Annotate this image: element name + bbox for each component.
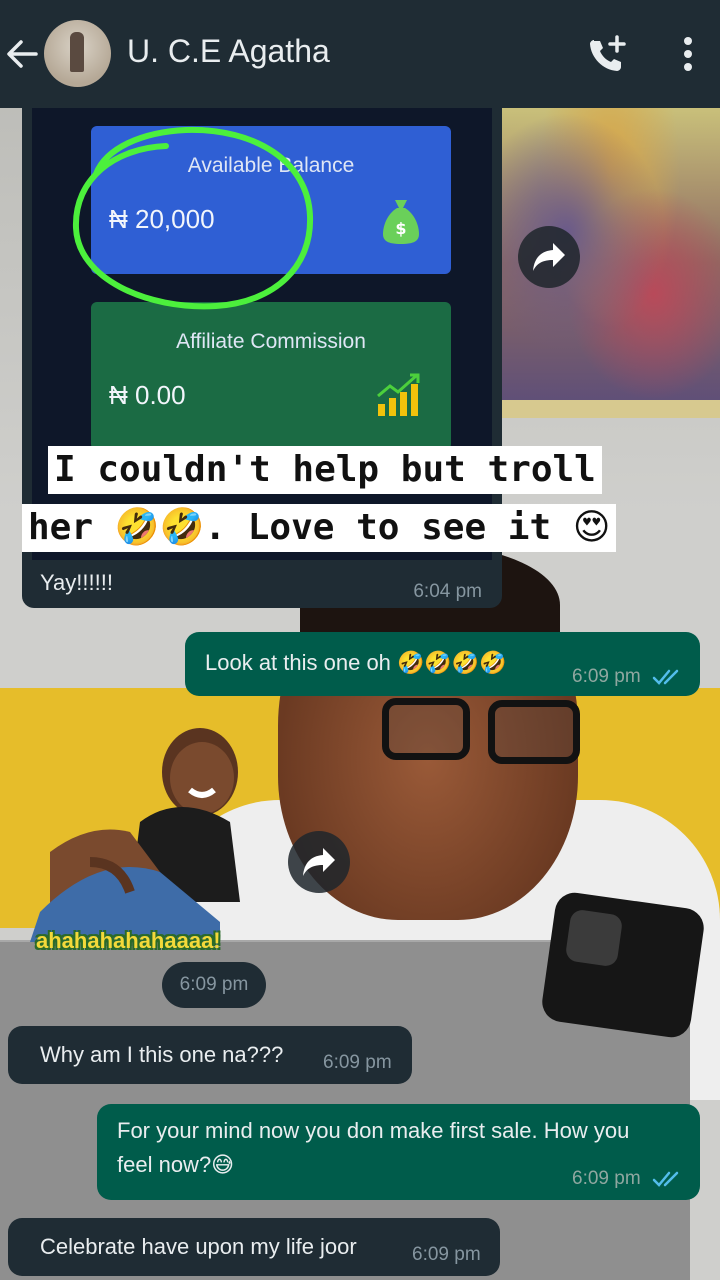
heart-eyes-emoji: 😍 (572, 507, 611, 548)
overlay-caption: I couldn't help but troll (48, 446, 602, 494)
wallpaper-glasses (488, 700, 580, 764)
message-bubble-incoming[interactable]: Celebrate have upon my life joor 6:09 pm (8, 1218, 500, 1276)
svg-text:$: $ (395, 219, 406, 238)
phone-add-icon[interactable] (586, 34, 628, 76)
message-time: 6:09 pm (572, 1168, 641, 1189)
contact-name[interactable]: U. C.E Agatha (127, 33, 330, 70)
forward-button[interactable] (518, 226, 580, 288)
overlay-caption: her 🤣🤣. Love to see it 😍 (22, 504, 617, 552)
forward-button[interactable] (288, 831, 350, 893)
caption-text: her (28, 507, 94, 548)
wallpaper-phone-camera (564, 908, 624, 968)
laughing-woman-sticker (30, 728, 240, 942)
chat-header: U. C.E Agatha (0, 0, 720, 108)
double-check-icon (652, 669, 679, 685)
message-bubble-outgoing[interactable]: Look at this one oh 🤣🤣🤣🤣 6:09 pm (185, 632, 700, 696)
message-text: feel now?😅 (117, 1152, 235, 1177)
commission-amount: ₦ 0.00 (109, 380, 186, 410)
avatar[interactable] (44, 20, 111, 87)
message-text: Yay!!!!!! (40, 570, 113, 595)
forward-icon (303, 848, 335, 876)
message-time: 6:09 pm (412, 1244, 481, 1265)
message-text: Look at this one oh 🤣🤣🤣🤣 (205, 650, 507, 675)
caption-text: . Love to see it (204, 507, 552, 548)
highlight-circle (72, 126, 314, 310)
laughing-emoji: 🤣🤣 (114, 507, 205, 548)
message-time: 6:09 pm (323, 1052, 392, 1073)
wallpaper-glasses (382, 698, 470, 760)
message-time: 6:09 pm (572, 666, 641, 687)
commission-card: Affiliate Commission ₦ 0.00 (91, 302, 451, 450)
double-check-icon (652, 1171, 679, 1187)
money-bag-icon: $ (381, 196, 421, 246)
message-time: 6:04 pm (413, 581, 482, 602)
sticker-message[interactable] (30, 712, 270, 962)
wallpaper-phone (539, 890, 707, 1040)
message-text: Why am I this one na??? (40, 1042, 284, 1067)
commission-title: Affiliate Commission (176, 330, 366, 353)
sticker-caption: ahahahahahaaaa! (36, 928, 221, 953)
bar-chart-icon (376, 372, 424, 418)
message-bubble-outgoing[interactable]: For your mind now you don make first sal… (97, 1104, 700, 1200)
arrow-left-icon[interactable] (4, 36, 40, 72)
more-vertical-icon[interactable] (676, 36, 700, 72)
message-bubble-incoming[interactable]: Why am I this one na??? 6:09 pm (8, 1026, 412, 1084)
avatar-figure (70, 32, 84, 72)
message-text: For your mind now you don make first sal… (117, 1118, 630, 1143)
forward-icon (533, 243, 565, 271)
wallpaper-frame (500, 400, 720, 418)
message-time: 6:09 pm (162, 962, 266, 1008)
message-text: Celebrate have upon my life joor (40, 1234, 357, 1259)
